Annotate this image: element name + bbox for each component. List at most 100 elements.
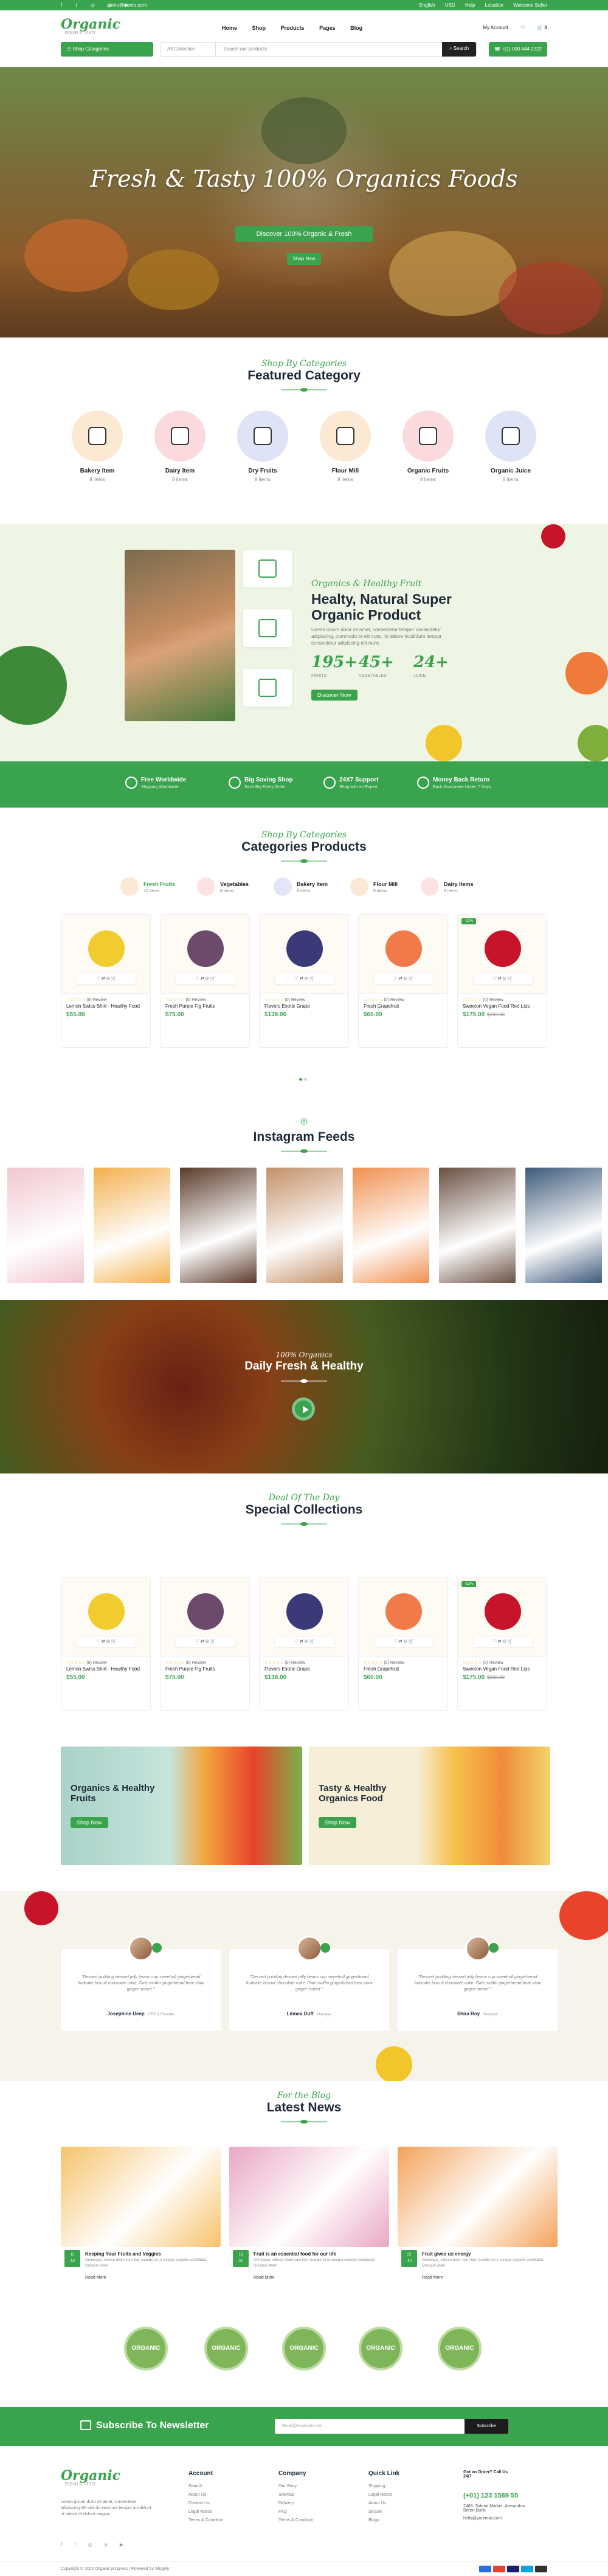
newsletter-email-input[interactable]: Email@example.com (275, 2419, 465, 2434)
nav-products[interactable]: Products (281, 25, 305, 31)
news-image[interactable] (398, 2147, 558, 2247)
category-item[interactable]: Flour Mill 8 items (315, 410, 376, 482)
language-select[interactable]: English (419, 2, 435, 8)
discover-now-button[interactable]: Discover Now (311, 690, 358, 701)
search-bar[interactable]: All Collection Search our products ⌕ Sea… (161, 42, 477, 57)
topbar-link-help[interactable]: Help (465, 2, 475, 8)
topbar-link-location[interactable]: Location (485, 2, 503, 8)
footer-link[interactable]: Delivery (278, 2501, 313, 2505)
product-name[interactable]: Fresh Grapefruit (359, 1665, 447, 1672)
category-item[interactable]: Dairy Item 8 items (150, 410, 210, 482)
product-actions[interactable]: ♡ ⇄ ◎ 🛒 (77, 974, 136, 984)
instagram-post-juice-glass[interactable] (353, 1168, 429, 1283)
footer-phone[interactable]: (+01) 123 1569 55 (463, 2492, 530, 2499)
category-item[interactable]: Bakery Item 8 items (67, 410, 128, 482)
nav-blog[interactable]: Blog (350, 25, 362, 31)
carousel-dots[interactable] (299, 1075, 309, 1081)
footer-logo[interactable]: Organic FRESH & TASTY (61, 2468, 120, 2487)
news-title[interactable]: Fruit gives us energy (422, 2251, 556, 2257)
product-image[interactable]: -12% ♡ ⇄ ◎ 🛒 (458, 1577, 547, 1657)
category-item[interactable]: Dry Fruits 8 items (232, 410, 293, 482)
footer-link[interactable]: Shipping (368, 2484, 399, 2488)
instagram-post-bread-board[interactable] (266, 1168, 343, 1283)
product-image[interactable]: ♡ ⇄ ◎ 🛒 (161, 1577, 249, 1657)
instagram-post-cooking-hands[interactable] (180, 1168, 257, 1283)
dot-active[interactable] (299, 1078, 302, 1081)
footer-email[interactable]: hello@yourmail.com (463, 2516, 530, 2521)
product-name[interactable]: Fresh Purple Fig Fruits (161, 1002, 249, 1009)
product-card[interactable]: ♡ ⇄ ◎ 🛒 ☆☆☆☆☆ (0) Review Flavors Exotic Gr… (259, 1577, 349, 1711)
news-card[interactable]: 12 Jul Keeping Your Fruits and Veggies Omni… (61, 2147, 221, 2293)
currency-select[interactable]: USD (445, 2, 455, 8)
product-name[interactable]: Fresh Purple Fig Fruits (161, 1665, 249, 1672)
footer-link[interactable]: Legal Notice (368, 2493, 399, 2497)
tab-vegetables[interactable]: Vegetables 8 items (197, 878, 249, 896)
instagram-post-smoothie[interactable] (7, 1168, 84, 1283)
tab-flour-mill[interactable]: Flour Mill 8 items (350, 878, 398, 896)
search-button[interactable]: ⌕ Search (442, 42, 476, 57)
tab-bakery[interactable]: Bakery Item 8 items (274, 878, 328, 896)
product-card[interactable]: -12% ♡ ⇄ ◎ 🛒 ☆☆☆☆☆ (0) Review Sweeton Vegan… (457, 914, 547, 1048)
search-input[interactable]: Search our products (223, 46, 267, 52)
product-name[interactable]: Flavors Exotic Grape (260, 1665, 348, 1672)
product-actions[interactable]: ♡ ⇄ ◎ 🛒 (375, 1637, 433, 1647)
news-image[interactable] (61, 2147, 221, 2247)
product-card[interactable]: ♡ ⇄ ◎ 🛒 ☆☆☆☆☆ (0) Review Fresh Purple Fig … (160, 1577, 250, 1711)
footer-link[interactable]: Our Story (278, 2484, 313, 2488)
category-item[interactable]: Organic Fruits 8 items (398, 410, 458, 482)
site-logo[interactable]: Organic FRESH & TASTY (61, 16, 120, 35)
footer-link[interactable]: About Us (188, 2493, 223, 2497)
product-image[interactable]: ♡ ⇄ ◎ 🛒 (359, 915, 447, 994)
product-name[interactable]: Fresh Grapefruit (359, 1002, 447, 1009)
banner-healthy-fruits[interactable]: Organics & Healthy Fruits Shop Now (61, 1747, 302, 1865)
product-actions[interactable]: ♡ ⇄ ◎ 🛒 (176, 1637, 235, 1647)
tab-fresh-fruits[interactable]: Fresh Fruits 10 items (120, 878, 175, 896)
topbar-email[interactable]: demo@demo.com (107, 2, 147, 8)
product-name[interactable]: Sweeton Vegan Food Red Lips (458, 1665, 547, 1672)
nav-pages[interactable]: Pages (319, 25, 336, 31)
dot[interactable] (304, 1078, 307, 1081)
news-title[interactable]: Fruit is an essential food for our life (254, 2251, 387, 2257)
product-name[interactable]: Sweeton Vegan Food Red Lips (458, 1002, 547, 1009)
product-actions[interactable]: ♡ ⇄ ◎ 🛒 (77, 1637, 136, 1647)
nav-shop[interactable]: Shop (252, 25, 266, 31)
product-image[interactable]: ♡ ⇄ ◎ 🛒 (359, 1577, 447, 1657)
news-card[interactable]: 18 Jul Fruit is an essential food for our … (229, 2147, 389, 2293)
footer-link[interactable]: Sitemap (278, 2493, 313, 2497)
footer-link[interactable]: About Us (368, 2501, 399, 2505)
footer-link[interactable]: Secure (368, 2510, 399, 2514)
account-link[interactable]: My Account (483, 25, 508, 30)
read-more-link[interactable]: Read More (422, 2276, 443, 2280)
product-image[interactable]: ♡ ⇄ ◎ 🛒 (260, 1577, 348, 1657)
nav-home[interactable]: Home (222, 25, 237, 31)
news-title[interactable]: Keeping Your Fruits and Veggies (85, 2251, 219, 2257)
product-actions[interactable]: ♡ ⇄ ◎ 🛒 (474, 1637, 532, 1647)
hero-shop-button[interactable]: Shop Now (287, 253, 321, 265)
subscribe-button[interactable]: Subscribe (465, 2419, 508, 2434)
footer-link[interactable]: Legal Notice (188, 2510, 223, 2514)
product-card[interactable]: ♡ ⇄ ◎ 🛒 ☆☆☆☆☆ (0) Review Lemon Swiss Shirt… (61, 1577, 151, 1711)
product-image[interactable]: ♡ ⇄ ◎ 🛒 (161, 915, 249, 994)
instagram-post-family-cooking[interactable] (525, 1168, 602, 1283)
category-item[interactable]: Organic Juice 8 items (480, 410, 541, 482)
news-image[interactable] (229, 2147, 389, 2247)
product-card[interactable]: ♡ ⇄ ◎ 🛒 ☆☆☆☆☆ (0) Review Fresh Purple Fig … (160, 914, 250, 1048)
tab-dairy[interactable]: Dairy Items 6 items (421, 878, 474, 896)
product-image[interactable]: -12% ♡ ⇄ ◎ 🛒 (458, 915, 547, 994)
product-card[interactable]: ♡ ⇄ ◎ 🛒 ☆☆☆☆☆ (0) Review Flavors Exotic Gr… (259, 914, 349, 1048)
product-actions[interactable]: ♡ ⇄ ◎ 🛒 (275, 1637, 334, 1647)
product-actions[interactable]: ♡ ⇄ ◎ 🛒 (275, 974, 334, 984)
footer-link[interactable]: FAQ (278, 2510, 313, 2514)
footer-link[interactable]: Blogs (368, 2518, 399, 2522)
cart-icon[interactable]: 🛒 0 (537, 25, 547, 30)
read-more-link[interactable]: Read More (254, 2276, 275, 2280)
header-phone[interactable]: ☎ +(1) 000 444 2222 (489, 42, 547, 57)
footer-link[interactable]: Search (188, 2484, 223, 2488)
topbar-link-seller[interactable]: Welcome Seller (513, 2, 547, 8)
footer-link[interactable]: Terms & Condition (278, 2518, 313, 2522)
product-actions[interactable]: ♡ ⇄ ◎ 🛒 (474, 974, 532, 984)
instagram-post-fruit-bowl[interactable] (94, 1168, 170, 1283)
banner-organics-food[interactable]: Tasty & Healthy Organics Food Shop Now (309, 1747, 550, 1865)
footer-link[interactable]: Contact Us (188, 2501, 223, 2505)
shop-categories-button[interactable]: ☰ Shop Categories (61, 42, 153, 57)
